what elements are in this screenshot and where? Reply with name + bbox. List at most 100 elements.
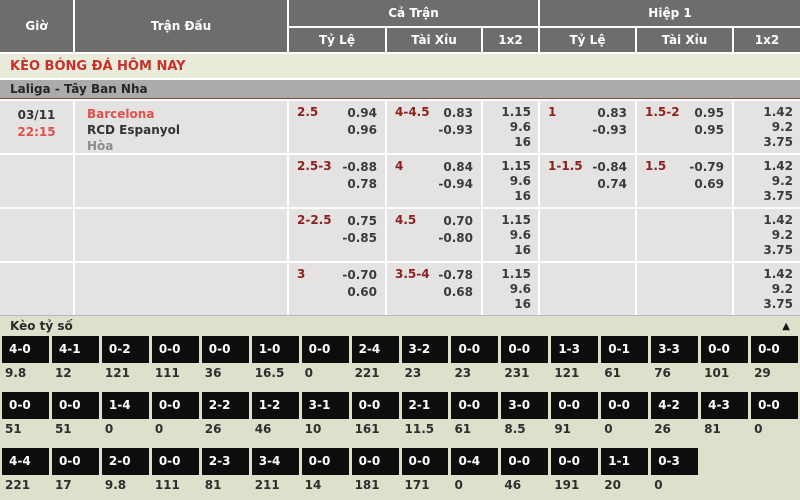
odds-value[interactable]: 0.83 [438, 105, 473, 122]
odds-value[interactable]: 0.94 [347, 105, 377, 122]
score-odds[interactable]: 191 [551, 475, 598, 500]
h1-1x2-cell[interactable]: 1.429.23.75 [734, 209, 800, 261]
score-odds[interactable]: 51 [2, 419, 49, 448]
odds-value[interactable]: -0.93 [592, 122, 627, 139]
h1-1x2-cell[interactable]: 1.429.23.75 [734, 155, 800, 207]
h1-over-under-cell[interactable]: 1.5-20.950.95 [637, 101, 732, 153]
score-odds[interactable]: 171 [402, 475, 449, 500]
odds-value[interactable]: 0.68 [438, 284, 473, 301]
score-odds[interactable]: 231 [501, 363, 548, 392]
odds-value[interactable]: 3.75 [734, 189, 793, 204]
odds-value[interactable]: 9.2 [734, 228, 793, 243]
score-odds[interactable]: 36 [202, 363, 249, 392]
odds-value[interactable]: -0.94 [438, 176, 473, 193]
odds-value[interactable]: 9.2 [734, 282, 793, 297]
ft-1x2-cell[interactable]: 1.159.616 [483, 101, 538, 153]
odds-value[interactable]: 0.69 [689, 176, 724, 193]
odds-value[interactable]: 1.42 [734, 267, 793, 282]
odds-value[interactable]: 16 [483, 243, 531, 258]
odds-value[interactable]: 0.60 [342, 284, 377, 301]
score-odds[interactable]: 0 [152, 419, 199, 448]
score-odds[interactable]: 12 [52, 363, 99, 392]
h1-1x2-cell[interactable]: 1.429.23.75 [734, 263, 800, 315]
odds-value[interactable]: 9.6 [483, 282, 531, 297]
score-odds[interactable]: 29 [751, 363, 798, 392]
ft-handicap-cell[interactable]: 2.5-3-0.880.78 [289, 155, 385, 207]
score-odds[interactable]: 0 [751, 419, 798, 448]
score-odds[interactable]: 9.8 [2, 363, 49, 392]
odds-value[interactable]: -0.79 [689, 159, 724, 176]
odds-value[interactable]: 0.78 [342, 176, 377, 193]
score-odds[interactable]: 0 [651, 475, 698, 500]
score-odds[interactable]: 221 [352, 363, 399, 392]
odds-value[interactable]: 0.75 [342, 213, 377, 230]
h1-over-under-cell[interactable]: 1.5-0.790.69 [637, 155, 732, 207]
h1-handicap-cell[interactable]: 1-1.5-0.840.74 [540, 155, 635, 207]
odds-value[interactable]: 3.75 [734, 297, 793, 312]
score-odds[interactable]: 121 [551, 363, 598, 392]
score-odds[interactable]: 221 [2, 475, 49, 500]
odds-value[interactable]: 9.6 [483, 228, 531, 243]
h1-1x2-cell[interactable]: 1.429.23.75 [734, 101, 800, 153]
odds-value[interactable]: 1.15 [483, 213, 531, 228]
score-odds[interactable]: 16.5 [252, 363, 299, 392]
odds-value[interactable]: 1.42 [734, 213, 793, 228]
score-odds[interactable]: 111 [152, 475, 199, 500]
score-odds[interactable]: 181 [352, 475, 399, 500]
score-odds[interactable]: 111 [152, 363, 199, 392]
score-odds[interactable]: 46 [252, 419, 299, 448]
team-away[interactable]: RCD Espanyol [87, 122, 287, 138]
odds-value[interactable]: 9.6 [483, 174, 531, 189]
odds-value[interactable]: 9.6 [483, 120, 531, 135]
odds-value[interactable]: 1.42 [734, 159, 793, 174]
score-odds[interactable]: 0 [302, 363, 349, 392]
ft-handicap-cell[interactable]: 3-0.700.60 [289, 263, 385, 315]
score-odds[interactable]: 51 [52, 419, 99, 448]
score-odds[interactable]: 8.5 [501, 419, 548, 448]
score-odds[interactable]: 81 [701, 419, 748, 448]
score-odds[interactable]: 76 [651, 363, 698, 392]
odds-value[interactable]: 0.95 [694, 105, 724, 122]
odds-value[interactable]: 16 [483, 189, 531, 204]
team-home[interactable]: Barcelona [87, 106, 287, 122]
odds-value[interactable]: -0.93 [438, 122, 473, 139]
score-odds[interactable]: 61 [601, 363, 648, 392]
score-odds[interactable]: 91 [551, 419, 598, 448]
ft-over-under-cell[interactable]: 4.50.70-0.80 [387, 209, 481, 261]
odds-value[interactable]: 1.15 [483, 159, 531, 174]
score-odds[interactable]: 121 [102, 363, 149, 392]
odds-value[interactable]: 3.75 [734, 135, 793, 150]
odds-value[interactable]: -0.80 [438, 230, 473, 247]
ft-1x2-cell[interactable]: 1.159.616 [483, 263, 538, 315]
score-odds[interactable]: 0 [601, 419, 648, 448]
h1-handicap-cell[interactable]: 10.83-0.93 [540, 101, 635, 153]
odds-value[interactable]: -0.78 [438, 267, 473, 284]
odds-value[interactable]: 0.83 [592, 105, 627, 122]
odds-value[interactable]: 0.84 [438, 159, 473, 176]
odds-value[interactable]: 1.15 [483, 267, 531, 282]
ft-1x2-cell[interactable]: 1.159.616 [483, 155, 538, 207]
score-odds[interactable]: 81 [202, 475, 249, 500]
odds-value[interactable]: 3.75 [734, 243, 793, 258]
score-odds[interactable]: 23 [451, 363, 498, 392]
score-odds[interactable]: 46 [501, 475, 548, 500]
ft-1x2-cell[interactable]: 1.159.616 [483, 209, 538, 261]
score-odds[interactable]: 161 [352, 419, 399, 448]
odds-value[interactable]: 16 [483, 297, 531, 312]
score-odds[interactable]: 211 [252, 475, 299, 500]
score-odds[interactable]: 20 [601, 475, 648, 500]
score-odds[interactable]: 26 [651, 419, 698, 448]
odds-value[interactable]: 9.2 [734, 174, 793, 189]
score-odds[interactable]: 101 [701, 363, 748, 392]
odds-value[interactable]: -0.85 [342, 230, 377, 247]
odds-value[interactable]: 16 [483, 135, 531, 150]
odds-value[interactable]: 1.42 [734, 105, 793, 120]
odds-value[interactable]: 9.2 [734, 120, 793, 135]
odds-value[interactable]: -0.70 [342, 267, 377, 284]
collapse-arrow-icon[interactable]: ▲ [782, 321, 790, 332]
score-odds[interactable]: 26 [202, 419, 249, 448]
ft-over-under-cell[interactable]: 3.5-4-0.780.68 [387, 263, 481, 315]
score-odds[interactable]: 61 [451, 419, 498, 448]
score-odds[interactable]: 17 [52, 475, 99, 500]
score-odds[interactable]: 0 [102, 419, 149, 448]
